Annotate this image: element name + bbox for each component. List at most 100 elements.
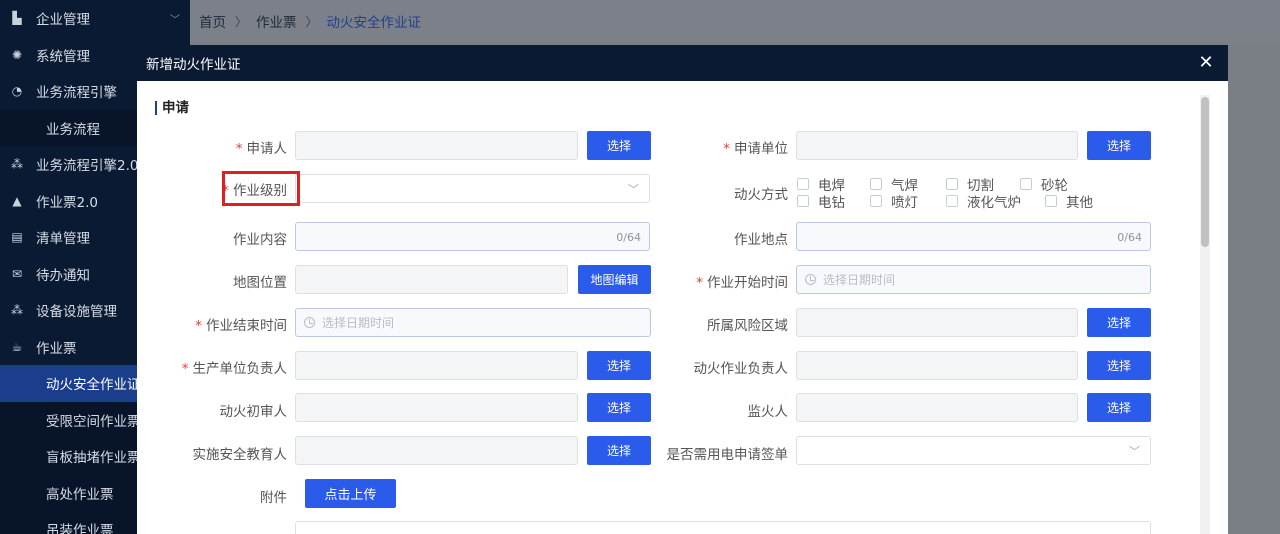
chevron-down-icon: ﹀ (1129, 445, 1140, 458)
applicant-label: * 申请人 (235, 141, 287, 157)
chart-icon: ◔ (11, 84, 23, 99)
chevron-down-icon: ﹀ (628, 183, 639, 196)
apply-unit-select-button[interactable]: 选择 (1087, 131, 1151, 160)
sidebar-item-label: 作业票2.0 (36, 194, 98, 211)
checkbox[interactable] (946, 195, 958, 207)
first-reviewer-label: 动火初审人 (219, 404, 288, 420)
prod-leader-input[interactable] (295, 351, 578, 380)
work-content-input[interactable]: 0/64 (295, 222, 650, 251)
chevron-down-icon: ﹀ (170, 14, 180, 26)
list-icon: ▤ (11, 230, 23, 245)
checkbox[interactable] (870, 178, 882, 190)
chevron-right-icon: 〉 (235, 14, 248, 29)
safety-educator-select-button[interactable]: 选择 (587, 436, 651, 465)
checkbox[interactable] (870, 195, 882, 207)
mail-icon: ✉ (11, 266, 23, 281)
fire-method-option[interactable]: 其他 (1045, 191, 1093, 211)
annotation-highlight-box (222, 171, 300, 206)
fire-method-option[interactable]: 电钻 (797, 191, 845, 211)
prod-leader-label: * 生产单位负责人 (181, 361, 287, 377)
sidebar-item-label: 企业管理 (36, 12, 90, 29)
need-electric-label: 是否需用电申请签单 (666, 447, 789, 463)
sidebar-item-label: 待办通知 (36, 267, 90, 284)
sidebar-item-label: 动火安全作业证 (46, 377, 141, 394)
upload-button[interactable]: 点击上传 (305, 479, 396, 508)
breadcrumb-level1[interactable]: 作业票 (256, 11, 297, 31)
need-electric-select[interactable]: ﹀ (796, 436, 1151, 465)
fire-watcher-label: 监火人 (747, 404, 789, 420)
end-time-picker[interactable]: 选择日期时间 (295, 308, 651, 337)
sidebar-item-label: 设备设施管理 (36, 304, 117, 321)
breadcrumb-home[interactable]: 首页 (199, 11, 226, 31)
char-counter: 0/64 (1117, 231, 1142, 244)
checkbox[interactable] (797, 195, 809, 207)
fire-leader-input[interactable] (796, 351, 1078, 380)
sidebar-item-enterprise[interactable]: ▙ 企业管理 ﹀ (0, 0, 190, 37)
dialog-title: 新增动火作业证 (146, 57, 241, 73)
sidebar-item-label: 高处作业票 (46, 486, 114, 503)
start-time-placeholder: 选择日期时间 (823, 273, 896, 287)
risk-area-input[interactable] (796, 308, 1078, 337)
building-icon: ▙ (12, 11, 22, 26)
sidebar-item-label: 受限空间作业票 (46, 413, 141, 430)
gear-icon: ✺ (11, 47, 23, 62)
sitemap-icon: ⁂ (11, 303, 23, 318)
applicant-input[interactable] (295, 131, 578, 160)
checkbox[interactable] (1045, 195, 1057, 207)
sidebar-item-label: 清单管理 (36, 231, 90, 248)
fire-leader-label: 动火作业负责人 (693, 361, 789, 377)
checkbox[interactable] (797, 178, 809, 190)
breadcrumb: 首页 〉 作业票 〉 动火安全作业证 (190, 0, 1280, 42)
section-title: 申请 (155, 101, 189, 115)
fire-method-label: 动火方式 (734, 187, 788, 203)
risk-area-select-button[interactable]: 选择 (1087, 308, 1151, 337)
start-time-label: * 作业开始时间 (696, 275, 788, 291)
prod-leader-select-button[interactable]: 选择 (587, 351, 651, 380)
sidebar-item-label: 作业票 (36, 340, 77, 357)
work-content-label: 作业内容 (233, 232, 287, 248)
sidebar-item-label: 业务流程 (46, 121, 100, 138)
breadcrumb-current: 动火安全作业证 (326, 15, 422, 31)
work-location-label: 作业地点 (734, 232, 788, 248)
sitemap-icon: ⁂ (11, 157, 23, 172)
fire-leader-select-button[interactable]: 选择 (1087, 351, 1151, 380)
cone-icon: ▲ (12, 193, 22, 208)
map-position-input[interactable] (295, 265, 568, 294)
clock-icon (304, 317, 315, 328)
map-edit-button[interactable]: 地图编辑 (578, 265, 651, 294)
fire-method-option[interactable]: 液化气炉 (946, 191, 1021, 211)
sidebar-item-label: 盲板抽堵作业票 (46, 450, 141, 467)
dialog-header: 新增动火作业证 (137, 45, 1228, 81)
remarks-textarea[interactable] (295, 521, 1151, 534)
sidebar-item-label: 系统管理 (36, 48, 90, 65)
chevron-right-icon: 〉 (305, 14, 318, 29)
sidebar-item-label: 吊装作业票 (46, 523, 114, 534)
attachment-label: 附件 (260, 490, 287, 506)
start-time-picker[interactable]: 选择日期时间 (796, 265, 1151, 294)
end-time-label: * 作业结束时间 (195, 318, 287, 334)
sidebar-item-label: 业务流程引擎2.0 (36, 158, 139, 175)
add-hot-work-dialog: 新增动火作业证 ✕ 申请 * 申请人 选择 * 申请单位 选择 * 作业级别 ﹀ 动火… (137, 45, 1228, 534)
apply-unit-input[interactable] (796, 131, 1078, 160)
applicant-select-button[interactable]: 选择 (587, 131, 651, 160)
sidebar-item-label: 业务流程引擎 (36, 85, 117, 102)
end-time-placeholder: 选择日期时间 (322, 316, 395, 330)
map-position-label: 地图位置 (233, 275, 287, 291)
checkbox[interactable] (946, 178, 958, 190)
work-level-select[interactable]: ﹀ (295, 174, 650, 203)
first-reviewer-input[interactable] (295, 393, 578, 422)
checkbox[interactable] (1020, 178, 1032, 190)
fire-watcher-select-button[interactable]: 选择 (1087, 393, 1151, 422)
safety-educator-label: 实施安全教育人 (192, 447, 288, 463)
clock-icon (805, 274, 816, 285)
work-location-input[interactable]: 0/64 (796, 222, 1151, 251)
close-icon[interactable]: ✕ (1196, 53, 1216, 73)
fire-method-option[interactable]: 喷灯 (870, 191, 918, 211)
first-reviewer-select-button[interactable]: 选择 (587, 393, 651, 422)
safety-educator-input[interactable] (295, 436, 578, 465)
fire-watcher-input[interactable] (796, 393, 1078, 422)
apply-unit-label: * 申请单位 (723, 141, 788, 157)
risk-area-label: 所属风险区域 (707, 318, 788, 334)
scrollbar-thumb[interactable] (1201, 97, 1209, 247)
char-counter: 0/64 (616, 231, 641, 244)
